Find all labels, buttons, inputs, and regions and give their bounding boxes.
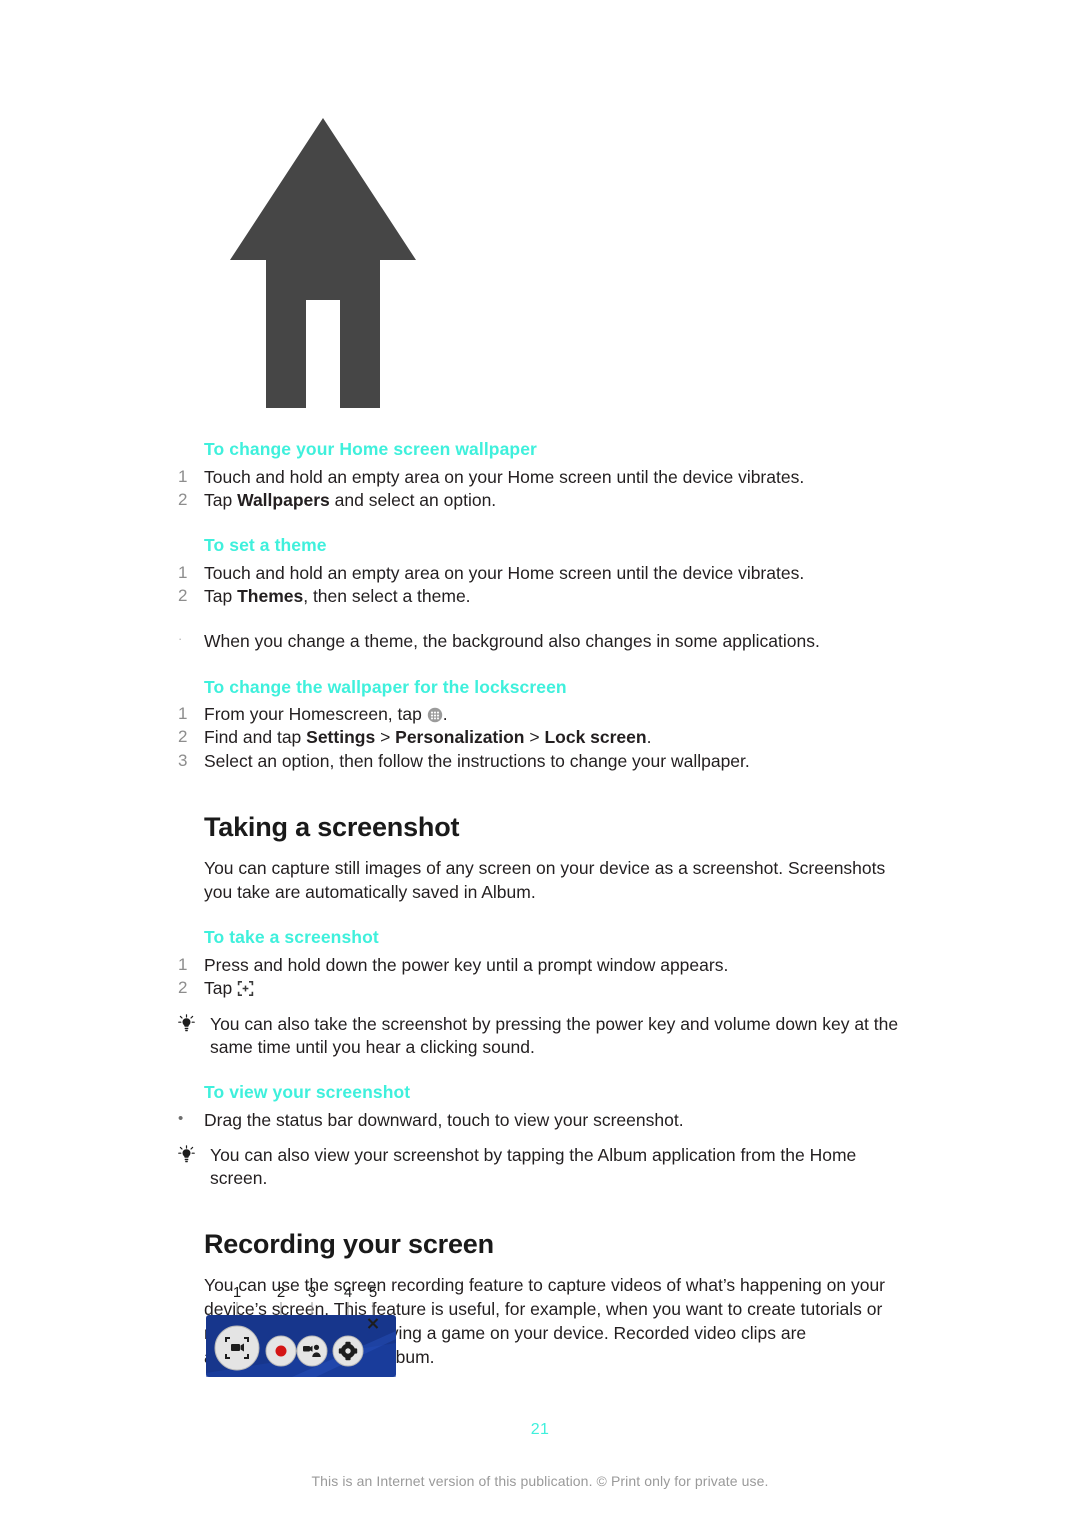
page-content: To change your Home screen wallpaper 1 T… — [178, 438, 908, 1369]
step-text-bold: Themes — [237, 586, 304, 607]
recorder-button-settings[interactable] — [332, 1335, 364, 1367]
steps-lockscreen-wallpaper: 1 From your Homescreen, tap . 2 Find and… — [178, 703, 908, 773]
step-number: 2 — [178, 586, 188, 606]
step-text-bold-lockscreen: Lock screen — [544, 727, 647, 748]
step-text-pre: From your Homescreen, tap — [204, 704, 427, 725]
step-text-bold-settings: Settings — [306, 727, 376, 748]
intro-taking-screenshot: You can capture still images of any scre… — [204, 857, 886, 902]
step-text-pre: Tap — [204, 978, 238, 999]
page-title-recording-screen: Recording your screen — [204, 1229, 494, 1260]
section-heading-take-screenshot: To take a screenshot — [204, 927, 379, 948]
bullets-view-screenshot: • Drag the status bar downward, touch to… — [178, 1109, 908, 1132]
step-text: Touch and hold an empty area on your Hom… — [204, 562, 805, 583]
record-dot-icon — [275, 1345, 287, 1357]
step-number: 2 — [178, 489, 188, 509]
step-text-post: , then select a theme. — [303, 586, 471, 607]
recorder-button-video-viewfinder[interactable] — [214, 1325, 260, 1371]
note-text: When you change a theme, the background … — [204, 631, 820, 652]
step-text: Tap Wallpapers and select an option. — [204, 489, 908, 512]
step-item: 2 Tap Wallpapers and select an option. — [178, 489, 908, 512]
step-text: Select an option, then follow the instru… — [204, 750, 750, 771]
step-text-bold-personalization: Personalization — [395, 727, 525, 748]
step-number: 1 — [178, 704, 188, 724]
bullet-icon: • — [178, 1109, 184, 1127]
step-item: 2 Tap Themes, then select a theme. — [178, 585, 908, 608]
step-number: 1 — [178, 562, 188, 582]
step-text: Press and hold down the power key until … — [204, 954, 729, 975]
step-text-bold: Wallpapers — [237, 489, 330, 510]
step-text-post: and select an option. — [329, 489, 497, 510]
step-text: Tap — [204, 977, 908, 1000]
steps-change-wallpaper: 1 Touch and hold an empty area on your H… — [178, 466, 908, 513]
recorder-button-front-camera[interactable] — [296, 1335, 328, 1367]
step-number: 2 — [178, 978, 188, 998]
screen-recorder-toolbar-illustration: 1 2 3 4 5 — [196, 1283, 410, 1391]
lightbulb-icon — [178, 1013, 210, 1037]
section-heading-change-wallpaper: To change your Home screen wallpaper — [204, 439, 537, 459]
page-number: 21 — [530, 1421, 550, 1438]
video-camera-body-icon — [231, 1344, 240, 1351]
note-theme-background: · When you change a theme, the backgroun… — [178, 630, 908, 653]
tip-item: You can also view your screenshot by tap… — [178, 1144, 908, 1191]
lightbulb-icon — [178, 1145, 210, 1168]
screenshot-crosshair-icon — [237, 980, 254, 997]
bullet-text: Drag the status bar downward, touch to v… — [204, 1109, 684, 1130]
step-item: 1 Press and hold down the power key unti… — [178, 954, 908, 977]
steps-take-screenshot: 1 Press and hold down the power key unti… — [178, 954, 908, 1001]
step-text: Touch and hold an empty area on your Hom… — [204, 466, 805, 487]
section-heading-view-screenshot: To view your screenshot — [204, 1082, 411, 1103]
app-drawer-icon — [427, 707, 443, 723]
step-text-pre: Tap — [204, 586, 238, 607]
note-bullet-icon: · — [178, 631, 183, 647]
footer-copyright-note: This is an Internet version of this publ… — [311, 1473, 769, 1489]
step-item: 2 Find and tap Settings > Personalizatio… — [178, 726, 908, 749]
step-number: 1 — [178, 466, 188, 486]
step-text: Find and tap Settings > Personalization … — [204, 726, 908, 749]
step-item: 1 Touch and hold an empty area on your H… — [178, 466, 908, 489]
tip-view-screenshot-album: You can also view your screenshot by tap… — [178, 1144, 908, 1191]
callout-number-5: 5 — [369, 1284, 377, 1301]
step-text-pre: Tap — [204, 489, 238, 510]
step-item: 1 From your Homescreen, tap . — [178, 703, 908, 726]
tip-text: You can also view your screenshot by tap… — [210, 1144, 857, 1189]
hero-illustration — [228, 112, 418, 412]
tip-text: You can also take the screenshot by pres… — [210, 1013, 899, 1057]
tip-take-screenshot-shortcut: You can also take the screenshot by pres… — [178, 1013, 908, 1060]
step-text: From your Homescreen, tap . — [204, 703, 908, 726]
steps-set-theme: 1 Touch and hold an empty area on your H… — [178, 562, 908, 609]
section-heading-lockscreen-wallpaper: To change the wallpaper for the lockscre… — [204, 676, 567, 697]
step-item: 1 Touch and hold an empty area on your H… — [178, 562, 908, 585]
step-text-pre: Find and tap — [204, 727, 307, 748]
step-text-separator: > — [375, 727, 396, 748]
bullet-item: • Drag the status bar downward, touch to… — [178, 1109, 908, 1132]
section-heading-set-theme: To set a theme — [204, 535, 327, 556]
note-item: · When you change a theme, the backgroun… — [178, 630, 908, 653]
step-text-separator: > — [524, 727, 545, 748]
step-text: Tap Themes, then select a theme. — [204, 585, 908, 608]
step-number: 1 — [178, 954, 188, 974]
step-item: 2 Tap — [178, 977, 908, 1000]
step-item: 3 Select an option, then follow the inst… — [178, 750, 908, 773]
manual-page: To change your Home screen wallpaper 1 T… — [0, 0, 1080, 1527]
callout-number-3: 3 — [308, 1284, 316, 1301]
up-arrow-home-glyph-icon — [230, 118, 416, 408]
tip-item: You can also take the screenshot by pres… — [178, 1013, 908, 1060]
callout-number-2: 2 — [277, 1284, 285, 1301]
step-number: 2 — [178, 727, 188, 747]
step-number: 3 — [178, 750, 188, 770]
callout-number-1: 1 — [233, 1284, 241, 1301]
step-text-post: . — [442, 704, 448, 725]
recorder-button-record[interactable] — [265, 1335, 297, 1367]
page-title-taking-screenshot: Taking a screenshot — [204, 812, 460, 842]
step-text-post: . — [646, 727, 652, 748]
callout-number-4: 4 — [344, 1284, 352, 1301]
